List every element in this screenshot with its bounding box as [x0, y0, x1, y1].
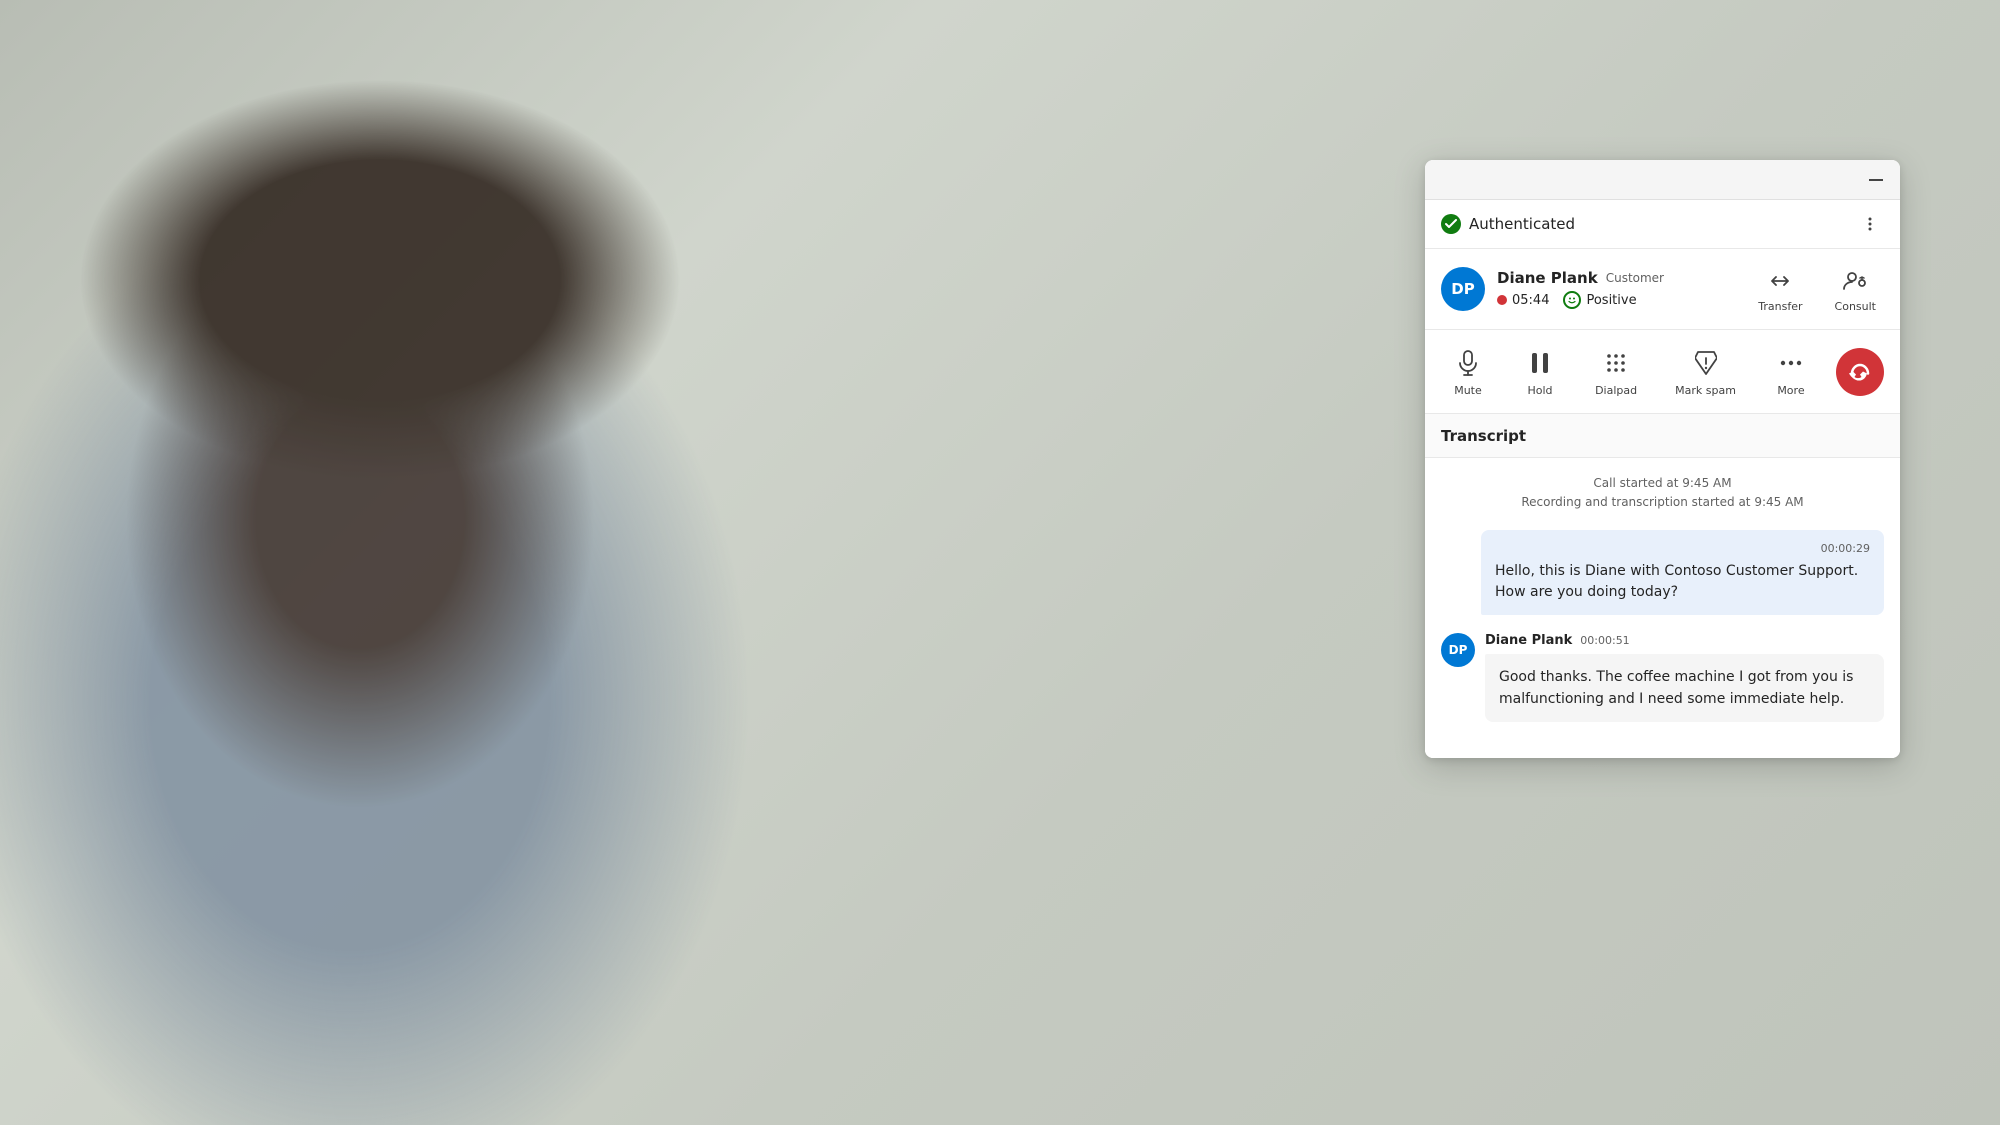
person-photo [0, 0, 820, 1125]
call-timer: 05:44 [1497, 293, 1549, 308]
auth-label: Authenticated [1469, 215, 1575, 233]
customer-message-header: Diane Plank 00:00:51 [1485, 633, 1884, 648]
caller-status-row: 05:44 Positive [1497, 291, 1664, 309]
call-meta: Call started at 9:45 AM Recording and tr… [1441, 474, 1884, 512]
hold-icon [1523, 346, 1557, 380]
agent-message: 00:00:29 Hello, this is Diane with Conto… [1481, 530, 1884, 615]
recording-dot [1497, 295, 1507, 305]
end-call-button[interactable] [1836, 348, 1884, 396]
hold-button[interactable]: Hold [1513, 340, 1567, 403]
caller-name-row: Diane Plank Customer [1497, 269, 1664, 287]
dialpad-label: Dialpad [1595, 384, 1637, 397]
consult-label: Consult [1835, 300, 1876, 313]
customer-message-bubble: Good thanks. The coffee machine I got fr… [1485, 654, 1884, 722]
customer-message-row: DP Diane Plank 00:00:51 Good thanks. The… [1441, 633, 1884, 722]
more-label: More [1777, 384, 1804, 397]
transcript-header: Transcript [1425, 414, 1900, 458]
auth-bar: Authenticated [1425, 200, 1900, 249]
transcript-body: Call started at 9:45 AM Recording and tr… [1425, 458, 1900, 758]
hold-label: Hold [1528, 384, 1553, 397]
caller-avatar: DP [1441, 267, 1485, 311]
minimize-button[interactable] [1866, 170, 1886, 190]
call-controls: Mute Hold [1425, 330, 1900, 414]
caller-left: DP Diane Plank Customer 05:44 [1441, 267, 1664, 311]
mark-spam-icon [1689, 346, 1723, 380]
caller-actions: Transfer Consult [1750, 261, 1884, 317]
consult-button[interactable]: Consult [1827, 261, 1884, 317]
caller-name: Diane Plank [1497, 269, 1598, 287]
consult-icon [1839, 265, 1871, 297]
agent-message-time: 00:00:29 [1495, 542, 1870, 555]
caller-info: Diane Plank Customer 05:44 [1497, 269, 1664, 309]
caller-info-row: DP Diane Plank Customer 05:44 [1425, 249, 1900, 330]
timer-value: 05:44 [1512, 293, 1549, 308]
mark-spam-button[interactable]: Mark spam [1665, 340, 1746, 403]
transfer-icon [1764, 265, 1796, 297]
sentiment-label: Positive [1586, 293, 1636, 308]
panel-top-bar [1425, 160, 1900, 200]
customer-sender-name: Diane Plank [1485, 633, 1572, 648]
transfer-button[interactable]: Transfer [1750, 261, 1810, 317]
mute-label: Mute [1454, 384, 1482, 397]
caller-type: Customer [1606, 271, 1664, 285]
call-panel: Authenticated DP Diane Plank Customer [1425, 160, 1900, 758]
agent-message-text: Hello, this is Diane with Contoso Custom… [1495, 561, 1870, 603]
more-button[interactable]: More [1764, 340, 1818, 403]
sentiment-indicator: Positive [1563, 291, 1636, 309]
smiley-icon [1563, 291, 1581, 309]
dialpad-icon [1599, 346, 1633, 380]
transfer-label: Transfer [1758, 300, 1802, 313]
mute-button[interactable]: Mute [1441, 340, 1495, 403]
recording-started-text: Recording and transcription started at 9… [1441, 493, 1884, 512]
mark-spam-label: Mark spam [1675, 384, 1736, 397]
transcript-title: Transcript [1441, 427, 1526, 445]
mute-icon [1451, 346, 1485, 380]
dialpad-button[interactable]: Dialpad [1585, 340, 1647, 403]
more-icon [1774, 346, 1808, 380]
customer-avatar: DP [1441, 633, 1475, 667]
call-started-text: Call started at 9:45 AM [1441, 474, 1884, 493]
auth-more-button[interactable] [1856, 210, 1884, 238]
customer-bubble-wrap: Diane Plank 00:00:51 Good thanks. The co… [1485, 633, 1884, 722]
auth-status: Authenticated [1441, 214, 1575, 234]
customer-message-time: 00:00:51 [1580, 634, 1629, 647]
customer-message-text: Good thanks. The coffee machine I got fr… [1499, 669, 1853, 707]
auth-indicator [1441, 214, 1461, 234]
